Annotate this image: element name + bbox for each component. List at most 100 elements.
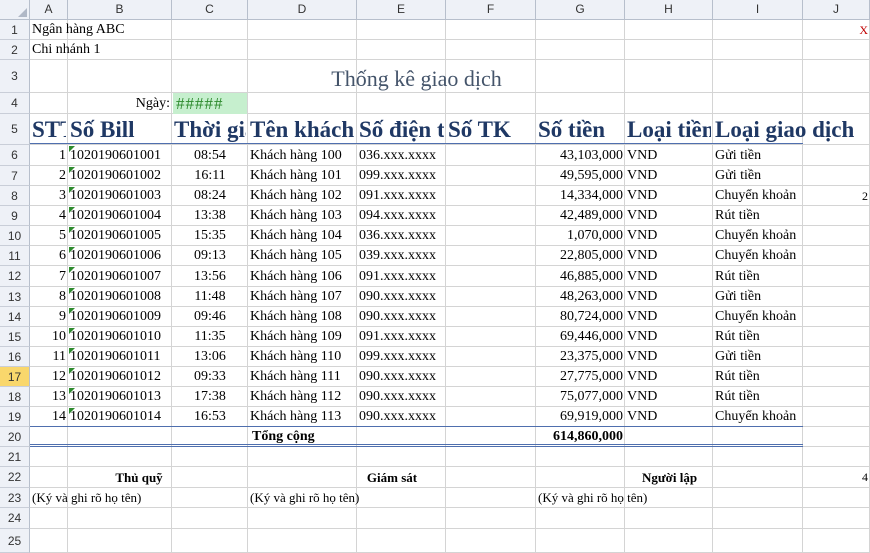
- row-header-20[interactable]: 20: [0, 427, 30, 447]
- stt-cell[interactable]: 10: [32, 327, 66, 347]
- time-cell[interactable]: 13:56: [174, 266, 246, 287]
- time-cell[interactable]: 16:11: [174, 166, 246, 186]
- row-header-1[interactable]: 1: [0, 20, 30, 40]
- row-header-15[interactable]: 15: [0, 327, 30, 347]
- time-cell[interactable]: 08:54: [174, 145, 246, 166]
- time-cell[interactable]: 11:48: [174, 287, 246, 307]
- phone-cell[interactable]: 036.xxx.xxxx: [359, 226, 444, 246]
- signature-note[interactable]: (Ký và ghi rõ họ tên): [32, 488, 246, 508]
- amount-cell[interactable]: 80,724,000: [538, 307, 623, 327]
- bill-cell[interactable]: 1020190601006: [70, 246, 170, 266]
- time-cell[interactable]: 13:38: [174, 206, 246, 226]
- column-header-e[interactable]: E: [357, 0, 446, 20]
- column-header-j[interactable]: J: [803, 0, 870, 20]
- customer-cell[interactable]: Khách hàng 100: [250, 145, 355, 166]
- signature-role[interactable]: Thủ quỹ: [32, 467, 246, 488]
- stt-cell[interactable]: 6: [32, 246, 66, 266]
- row-header-23[interactable]: 23: [0, 488, 30, 508]
- phone-cell[interactable]: 099.xxx.xxxx: [359, 166, 444, 186]
- row-header-5[interactable]: 5: [0, 114, 30, 145]
- bank-name-cell[interactable]: Ngân hàng ABC: [32, 20, 246, 40]
- header-currency[interactable]: Loại tiền: [627, 114, 711, 145]
- currency-cell[interactable]: VND: [627, 145, 711, 166]
- phone-cell[interactable]: 036.xxx.xxxx: [359, 145, 444, 166]
- phone-cell[interactable]: 090.xxx.xxxx: [359, 387, 444, 407]
- row-header-21[interactable]: 21: [0, 447, 30, 467]
- column-header-h[interactable]: H: [625, 0, 713, 20]
- time-cell[interactable]: 11:35: [174, 327, 246, 347]
- account-cell[interactable]: [448, 327, 534, 347]
- account-cell[interactable]: [448, 287, 534, 307]
- bill-cell[interactable]: 1020190601013: [70, 387, 170, 407]
- bill-cell[interactable]: 1020190601001: [70, 145, 170, 166]
- account-cell[interactable]: [448, 407, 534, 427]
- signature-note[interactable]: (Ký và ghi rõ họ tên): [250, 488, 534, 508]
- currency-cell[interactable]: VND: [627, 347, 711, 367]
- phone-cell[interactable]: 039.xxx.xxxx: [359, 246, 444, 266]
- stt-cell[interactable]: 8: [32, 287, 66, 307]
- bill-cell[interactable]: 1020190601005: [70, 226, 170, 246]
- account-cell[interactable]: [448, 266, 534, 287]
- row-header-2[interactable]: 2: [0, 40, 30, 60]
- customer-cell[interactable]: Khách hàng 109: [250, 327, 355, 347]
- row-header-12[interactable]: 12: [0, 266, 30, 287]
- row-header-3[interactable]: 3: [0, 60, 30, 93]
- time-cell[interactable]: 15:35: [174, 226, 246, 246]
- customer-cell[interactable]: Khách hàng 102: [250, 186, 355, 206]
- column-header-g[interactable]: G: [536, 0, 625, 20]
- column-header-d[interactable]: D: [248, 0, 357, 20]
- customer-cell[interactable]: Khách hàng 105: [250, 246, 355, 266]
- currency-cell[interactable]: VND: [627, 186, 711, 206]
- stt-cell[interactable]: 11: [32, 347, 66, 367]
- currency-cell[interactable]: VND: [627, 307, 711, 327]
- row-header-11[interactable]: 11: [0, 246, 30, 266]
- header-stt[interactable]: STT: [32, 114, 66, 145]
- row-header-14[interactable]: 14: [0, 307, 30, 327]
- type-cell[interactable]: Rút tiền: [715, 266, 805, 287]
- phone-cell[interactable]: 090.xxx.xxxx: [359, 307, 444, 327]
- header-amount[interactable]: Số tiền: [538, 114, 623, 145]
- row-header-22[interactable]: 22: [0, 467, 30, 488]
- overflow-mark[interactable]: X: [805, 20, 868, 40]
- phone-cell[interactable]: 091.xxx.xxxx: [359, 266, 444, 287]
- stt-cell[interactable]: 9: [32, 307, 66, 327]
- amount-cell[interactable]: 1,070,000: [538, 226, 623, 246]
- time-cell[interactable]: 13:06: [174, 347, 246, 367]
- amount-cell[interactable]: 69,446,000: [538, 327, 623, 347]
- currency-cell[interactable]: VND: [627, 387, 711, 407]
- stt-cell[interactable]: 13: [32, 387, 66, 407]
- bill-cell[interactable]: 1020190601012: [70, 367, 170, 387]
- amount-cell[interactable]: 22,805,000: [538, 246, 623, 266]
- type-cell[interactable]: Chuyển khoản: [715, 186, 805, 206]
- header-type[interactable]: Loại giao dịch: [715, 114, 870, 145]
- amount-cell[interactable]: 27,775,000: [538, 367, 623, 387]
- bill-cell[interactable]: 1020190601004: [70, 206, 170, 226]
- customer-cell[interactable]: Khách hàng 113: [250, 407, 355, 427]
- amount-cell[interactable]: 42,489,000: [538, 206, 623, 226]
- bill-cell[interactable]: 1020190601010: [70, 327, 170, 347]
- bill-cell[interactable]: 1020190601003: [70, 186, 170, 206]
- type-cell[interactable]: Rút tiền: [715, 367, 805, 387]
- row-header-19[interactable]: 19: [0, 407, 30, 427]
- amount-cell[interactable]: 49,595,000: [538, 166, 623, 186]
- currency-cell[interactable]: VND: [627, 206, 711, 226]
- amount-cell[interactable]: 48,263,000: [538, 287, 623, 307]
- row-header-25[interactable]: 25: [0, 529, 30, 553]
- amount-cell[interactable]: 14,334,000: [538, 186, 623, 206]
- overflow-mark[interactable]: 4: [805, 467, 868, 488]
- time-cell[interactable]: 08:24: [174, 186, 246, 206]
- amount-cell[interactable]: 43,103,000: [538, 145, 623, 166]
- customer-cell[interactable]: Khách hàng 110: [250, 347, 355, 367]
- type-cell[interactable]: Chuyển khoản: [715, 407, 805, 427]
- customer-cell[interactable]: Khách hàng 106: [250, 266, 355, 287]
- stt-cell[interactable]: 14: [32, 407, 66, 427]
- type-cell[interactable]: Gửi tiền: [715, 145, 805, 166]
- signature-note[interactable]: (Ký và ghi rõ họ tên): [538, 488, 801, 508]
- currency-cell[interactable]: VND: [627, 166, 711, 186]
- column-header-f[interactable]: F: [446, 0, 536, 20]
- account-cell[interactable]: [448, 186, 534, 206]
- date-value[interactable]: #####: [173, 93, 247, 114]
- currency-cell[interactable]: VND: [627, 287, 711, 307]
- header-phone[interactable]: Số điện thoại: [359, 114, 444, 145]
- bill-cell[interactable]: 1020190601011: [70, 347, 170, 367]
